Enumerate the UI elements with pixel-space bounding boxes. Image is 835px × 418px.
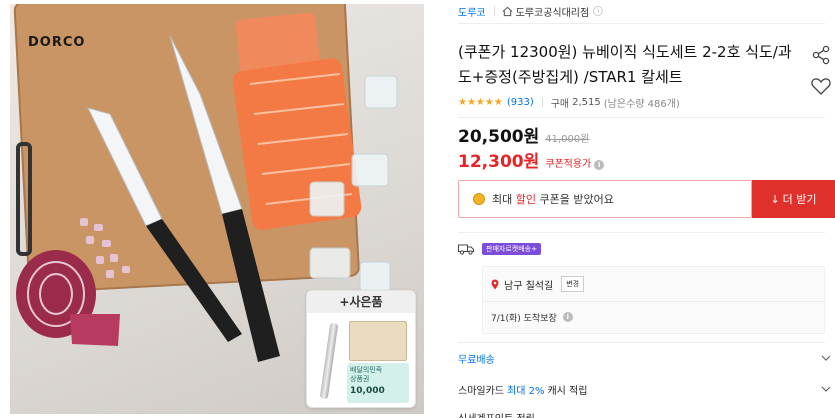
- sale-price: 20,500원: [458, 127, 540, 147]
- heart-icon[interactable]: [810, 75, 832, 97]
- tongs-image: [319, 322, 339, 400]
- purchase-label: 구매: [550, 98, 570, 110]
- coupon-text-suffix: 쿠폰을 받았어요: [539, 193, 614, 206]
- coupon-price-row: 12,300원 쿠폰적용가 i: [458, 147, 605, 172]
- gift-promo-card: +사은품 배달의민족 상품권 10,000: [306, 290, 416, 408]
- breadcrumb: 도루코 도루코공식대리점 ›: [458, 4, 604, 19]
- info-icon[interactable]: i: [594, 160, 605, 170]
- voucher-line-1: 배달의민족: [350, 366, 383, 374]
- free-shipping-label: 무료배송: [458, 354, 495, 366]
- smile-card-row[interactable]: 스마일카드 최대 2% 캐시 적립: [458, 381, 835, 397]
- voucher-amount: 10,000: [350, 386, 385, 396]
- info-icon[interactable]: i: [562, 312, 573, 322]
- chevron-down-icon[interactable]: [821, 384, 831, 394]
- truck-icon: [458, 244, 474, 255]
- delivery-row: 판매자로켓배송+: [458, 242, 541, 256]
- divider: [458, 232, 825, 233]
- home-icon: [502, 6, 513, 16]
- sale-price-row: 20,500원 41,000원: [458, 122, 590, 147]
- purchase-count: 2,515: [572, 96, 601, 108]
- product-title: (쿠폰가 12300원) 뉴베이직 식도세트 2-2호 식도/과도+증정(주방집…: [458, 43, 792, 86]
- chevron-down-icon[interactable]: [821, 353, 831, 363]
- get-more-coupon-button[interactable]: ↓ 더 받기: [752, 180, 835, 218]
- product-main-image[interactable]: DORCO +사은품 배달의민족 상품권 10,000: [10, 4, 424, 414]
- free-shipping-row[interactable]: 무료배송: [458, 350, 835, 366]
- get-more-coupon-label: 더 받기: [782, 193, 817, 206]
- divider: [483, 301, 824, 302]
- coupon-price-label: 쿠폰적용가: [545, 159, 592, 170]
- banknote-image: [349, 321, 407, 361]
- rating-row: ★★★★★ (933) 구매 2,515 (남은수량 486개): [458, 95, 680, 110]
- card-benefit-highlight: 최대 2%: [507, 385, 545, 397]
- stock-remaining: (남은수량 486개): [603, 98, 680, 110]
- point-benefit-row[interactable]: 신세계포인트 적립: [458, 410, 835, 418]
- breadcrumb-divider: [493, 6, 495, 16]
- arrival-guarantee: 7/1(화) 도착보장: [491, 313, 557, 324]
- coupon-banner[interactable]: 최대 할인 쿠폰을 받았어요: [458, 180, 752, 218]
- change-address-button[interactable]: 변경: [561, 276, 585, 292]
- divider: [458, 342, 825, 343]
- arrival-line: 7/1(화) 도착보장 i: [491, 310, 573, 324]
- product-info-panel: 도루코 도루코공식대리점 › (쿠폰가 12300원) 뉴베이직 식도세트 2-…: [448, 0, 835, 418]
- card-benefit-prefix: 스마일카드: [458, 385, 504, 397]
- coupon-text-highlight: 할인: [515, 193, 536, 206]
- location-pin-icon: [491, 279, 499, 289]
- divider: [458, 117, 825, 118]
- review-count-link[interactable]: (933): [507, 97, 534, 108]
- breadcrumb-official-store-link[interactable]: 도루코공식대리점: [516, 4, 590, 19]
- breadcrumb-store-link[interactable]: 도루코: [458, 4, 486, 19]
- rating-divider: [541, 97, 543, 107]
- divider: [458, 23, 825, 24]
- share-icon[interactable]: [810, 44, 832, 66]
- delivery-address: 남구 칠석길: [504, 280, 554, 292]
- coupon-face-icon: [473, 193, 485, 205]
- coupon-price: 12,300원: [458, 152, 540, 172]
- voucher-image: 배달의민족 상품권 10,000: [347, 363, 409, 403]
- original-price: 41,000원: [545, 134, 590, 145]
- chevron-right-icon[interactable]: ›: [593, 6, 604, 16]
- brand-logo: DORCO: [28, 35, 86, 50]
- address-line: 남구 칠석길 변경: [491, 275, 585, 293]
- seller-rocket-badge: 판매자로켓배송+: [482, 243, 541, 255]
- download-arrow-icon: ↓: [770, 192, 780, 206]
- card-benefit-suffix: 캐시 적립: [547, 385, 588, 397]
- coupon-text-prefix: 최대: [492, 193, 513, 206]
- delivery-address-box: 남구 칠석길 변경 7/1(화) 도착보장 i: [482, 266, 825, 334]
- voucher-line-2: 상품권: [350, 375, 370, 383]
- star-rating-icon: ★★★★★: [458, 96, 503, 108]
- gift-title: +사은품: [307, 291, 415, 313]
